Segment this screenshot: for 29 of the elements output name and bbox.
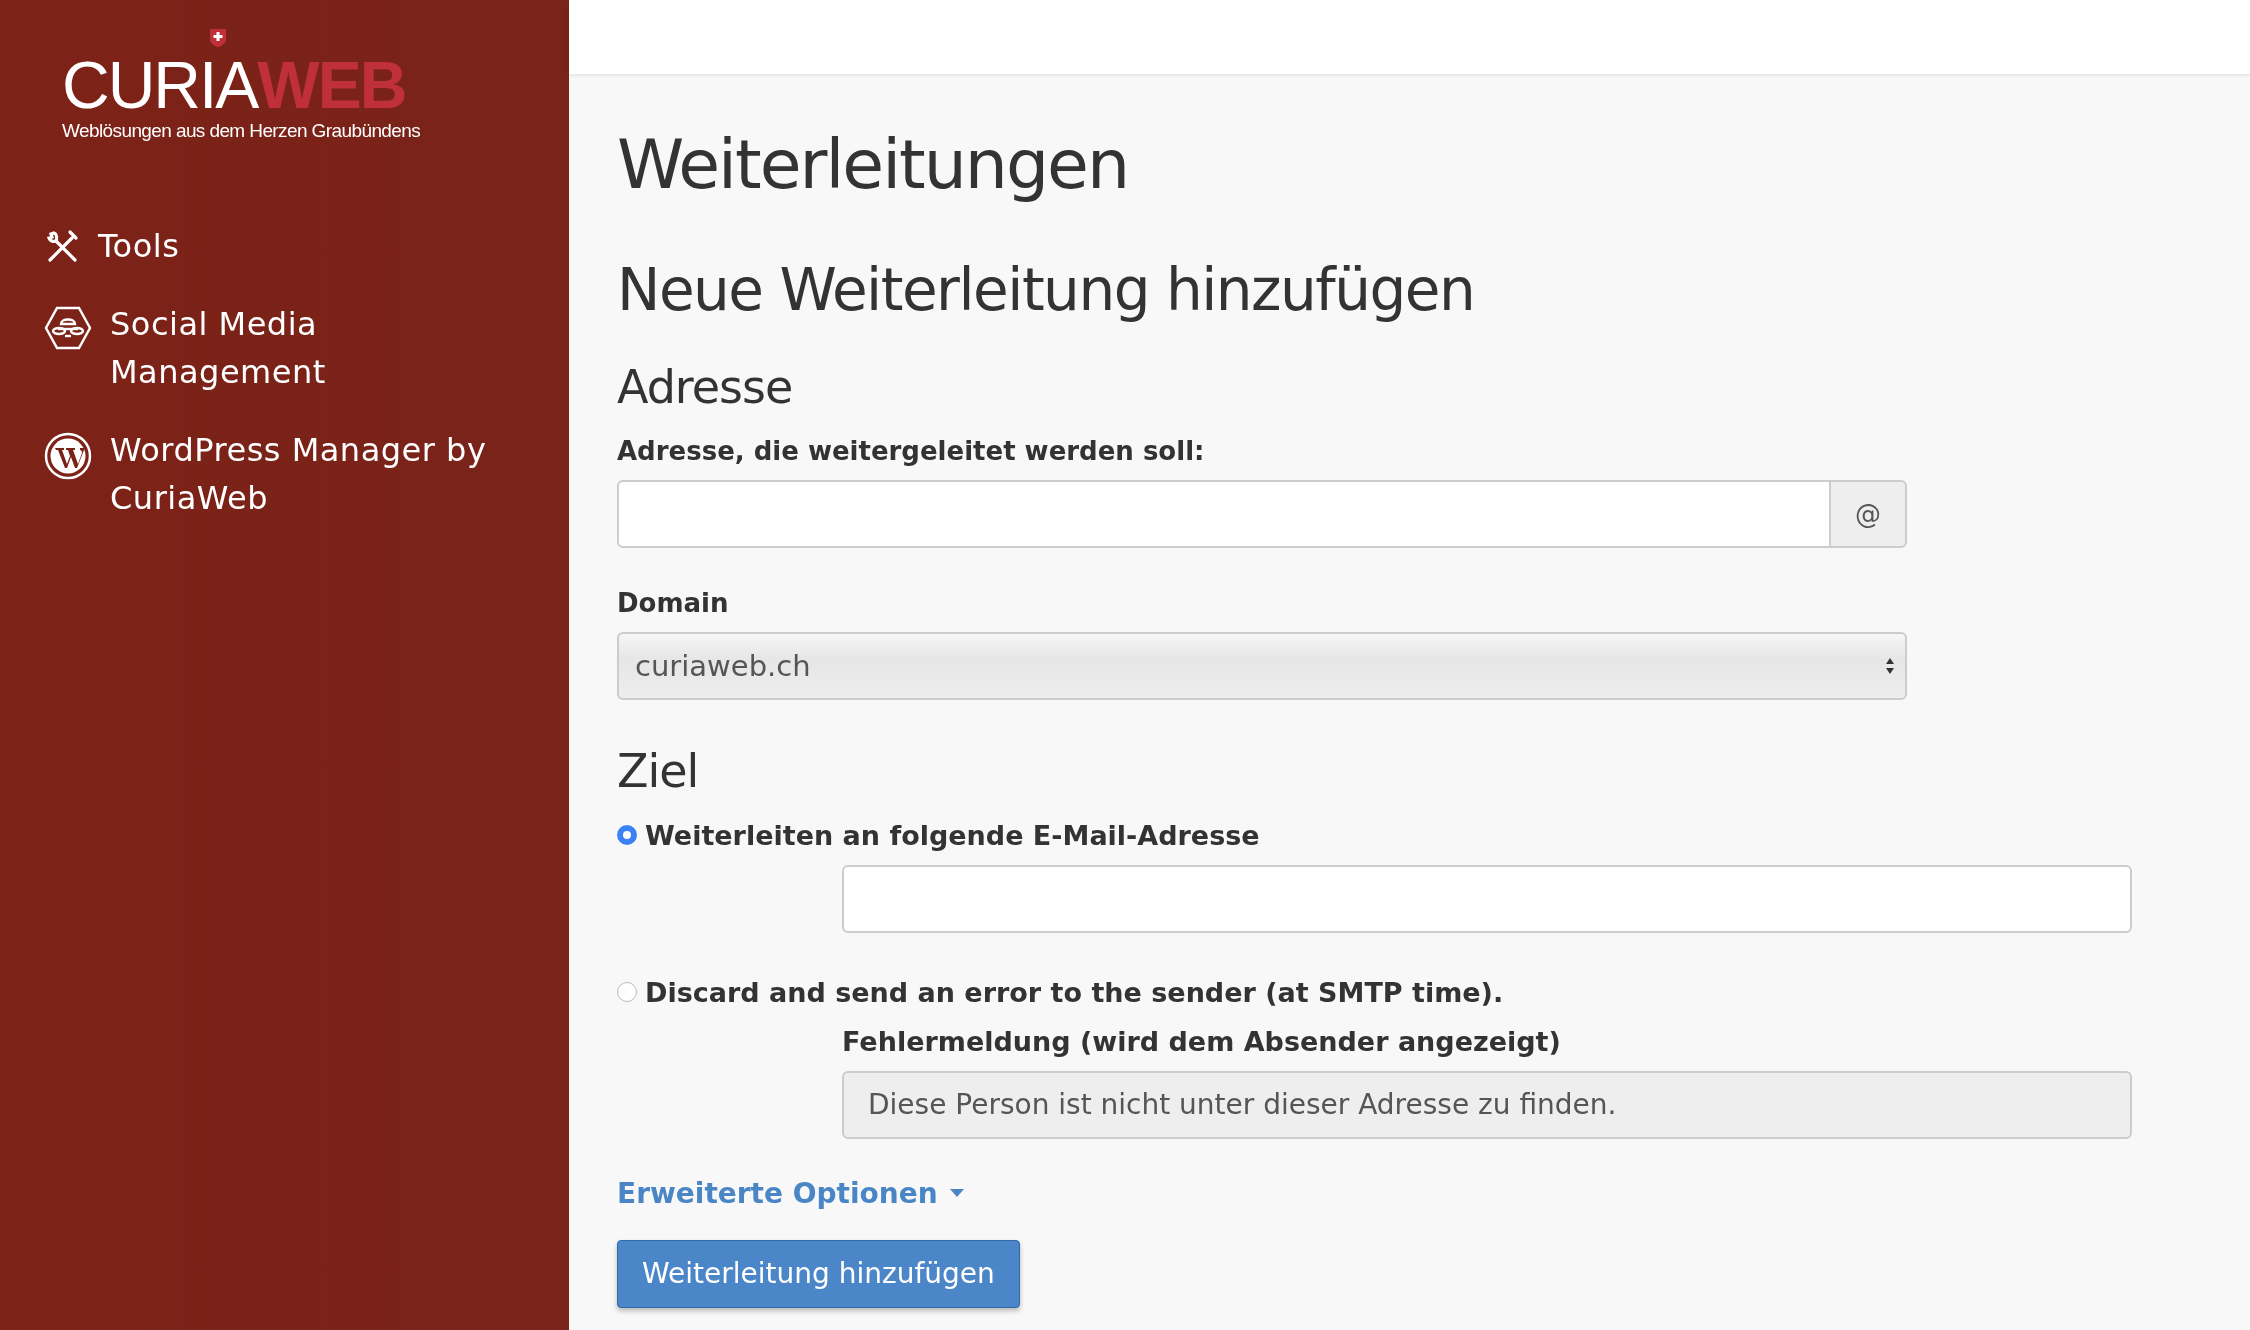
tools-icon	[44, 228, 80, 264]
section-heading: Adresse	[617, 359, 794, 414]
nav-link[interactable]: Tools	[98, 222, 498, 270]
radio-label: Weiterleiten an folgende E-Mail-Adresse	[645, 819, 1260, 851]
nav-link[interactable]: WordPress Manager by CuriaWeb	[110, 426, 510, 522]
nav-link[interactable]: Social Media Management	[110, 300, 510, 396]
sort-arrows-icon	[1885, 656, 1895, 675]
logo-wordmark: CURIAWEB	[62, 52, 406, 118]
form-title: Neue Weiterleitung hinzufügen	[617, 255, 1476, 324]
radio-label: Discard and send an error to the sender (at SMTP time).	[645, 976, 1504, 1008]
hexagon-bee-icon	[44, 306, 92, 350]
radio-button[interactable]	[617, 982, 637, 1003]
at-sign-addon: @	[1831, 479, 1907, 548]
field-label: Fehlermeldung (wird dem Absender angezeigt)	[842, 1025, 1562, 1057]
submit-button[interactable]: Weiterleitung hinzufügen	[617, 1239, 1020, 1308]
section-heading: Ziel	[617, 743, 700, 798]
domain-select[interactable]: curiaweb.ch	[617, 631, 1907, 700]
field-label: Adresse, die weitergeleitet werden soll:	[617, 435, 1206, 466]
email-input[interactable]	[842, 864, 2132, 933]
advanced-options-link[interactable]: Erweiterte Optionen	[617, 1176, 938, 1210]
field-label: Domain	[617, 587, 730, 618]
radio-button[interactable]	[617, 825, 637, 846]
caret-icon	[949, 1189, 964, 1198]
address-input[interactable]	[617, 479, 1831, 548]
wordpress-icon	[44, 432, 92, 480]
page-title: Weiterleitungen	[617, 124, 1129, 206]
shield-cross-icon	[209, 28, 227, 48]
error-message-input[interactable]: Diese Person ist nicht unter dieser Adresse zu finden.	[842, 1070, 2132, 1139]
logo-tagline: Weblösungen aus dem Herzen Graubündens	[62, 120, 422, 142]
